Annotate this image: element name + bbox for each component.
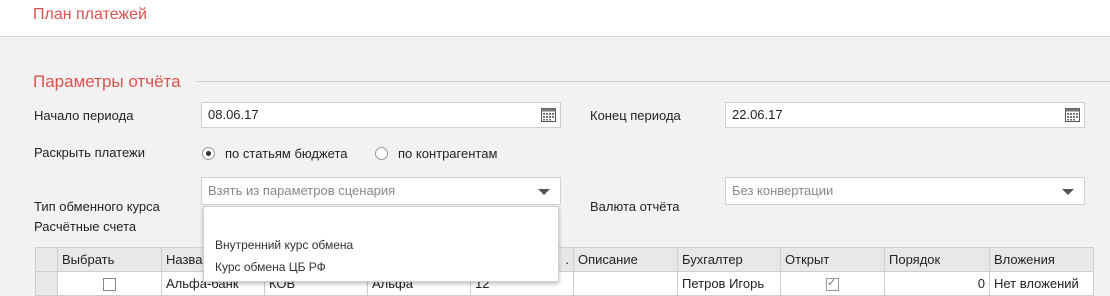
radio-by-contractor[interactable]: [375, 147, 388, 160]
page-title: План платежей: [33, 6, 147, 23]
section-divider: [196, 81, 1110, 82]
rate-type-select[interactable]: Взять из параметров сценария: [201, 177, 561, 205]
expand-payments-label: Раскрыть платежи: [34, 145, 145, 160]
row-handle[interactable]: [35, 271, 58, 296]
col-header-order[interactable]: Порядок: [884, 247, 990, 272]
dropdown-option-internal-rate[interactable]: Внутренний курс обмена: [215, 238, 353, 252]
currency-label: Валюта отчёта: [590, 199, 680, 214]
attachments-cell[interactable]: Нет вложений: [989, 271, 1094, 296]
top-bar: План платежей: [0, 0, 1110, 37]
col-header-attachments[interactable]: Вложения: [989, 247, 1094, 272]
select-cell[interactable]: [57, 271, 162, 296]
period-start-value: 08.06.17: [208, 107, 259, 122]
col-header-description[interactable]: Описание: [573, 247, 678, 272]
rate-type-dropdown: Внутренний курс обмена Курс обмена ЦБ РФ: [203, 206, 559, 282]
calendar-icon[interactable]: [541, 108, 556, 122]
radio-by-budget[interactable]: [202, 147, 215, 160]
period-end-label: Конец периода: [590, 108, 681, 123]
col-header-select[interactable]: Выбрать: [57, 247, 162, 272]
period-start-field[interactable]: 08.06.17: [201, 102, 561, 128]
col-header-open[interactable]: Открыт: [780, 247, 885, 272]
col-header-accountant[interactable]: Бухгалтер: [677, 247, 781, 272]
select-checkbox[interactable]: [103, 278, 116, 292]
currency-select[interactable]: Без конвертации: [725, 177, 1085, 205]
period-start-label: Начало периода: [34, 108, 134, 123]
period-end-field[interactable]: 22.06.17: [725, 102, 1085, 128]
description-cell[interactable]: [573, 271, 678, 296]
currency-value: Без конвертации: [732, 183, 834, 198]
rate-type-label: Тип обменного курса: [34, 199, 160, 214]
accounts-label: Расчётные счета: [34, 219, 137, 234]
calendar-icon[interactable]: [1065, 108, 1080, 122]
open-cell[interactable]: [780, 271, 885, 296]
accounts-table: Выбрать Назва . Описание Бухгалтер Откры…: [35, 247, 1094, 296]
accountant-cell[interactable]: Петров Игорь: [677, 271, 781, 296]
dropdown-option-cbr-rate[interactable]: Курс обмена ЦБ РФ: [215, 260, 326, 274]
table-header-row: Выбрать Назва . Описание Бухгалтер Откры…: [35, 247, 1094, 272]
row-handle-header: [35, 247, 58, 272]
section-title: Параметры отчёта: [33, 72, 181, 91]
rate-type-value: Взять из параметров сценария: [208, 183, 396, 198]
radio-by-budget-label[interactable]: по статьям бюджета: [225, 146, 347, 161]
period-end-value: 22.06.17: [732, 107, 783, 122]
open-checkbox[interactable]: [826, 276, 839, 292]
table-row[interactable]: Альфа-банк КОВ Альфа 12 Петров Игорь 0 Н…: [35, 271, 1094, 296]
chevron-down-icon[interactable]: [538, 189, 550, 195]
order-cell[interactable]: 0: [884, 271, 990, 296]
radio-by-contractor-label[interactable]: по контрагентам: [398, 146, 497, 161]
chevron-down-icon[interactable]: [1062, 189, 1074, 195]
